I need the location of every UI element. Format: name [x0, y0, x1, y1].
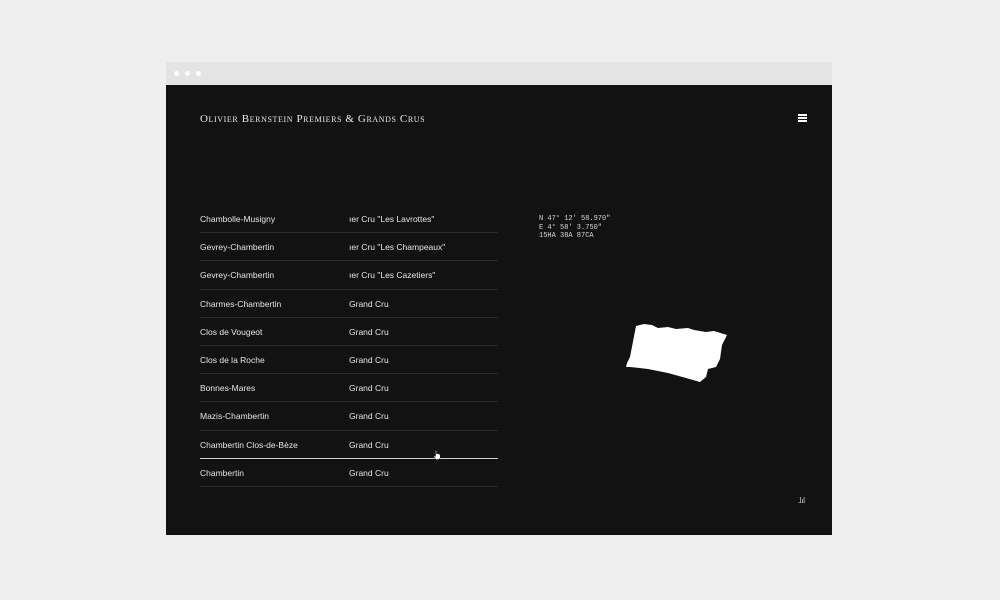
vineyard-list: Chambolle-Musigny ıer Cru "Les Lavrottes… [200, 205, 498, 487]
vineyard-row[interactable]: Clos de la Roche Grand Cru [200, 346, 498, 375]
vineyard-row[interactable]: Clos de Vougeot Grand Cru [200, 318, 498, 346]
browser-chrome [166, 62, 832, 85]
vineyard-row[interactable]: Chambolle-Musigny ıer Cru "Les Lavrottes… [200, 205, 498, 234]
vineyard-name: Clos de Vougeot [200, 326, 263, 337]
vineyard-classification: ıer Cru "Les Cazetiers" [349, 270, 436, 281]
window-dot-icon [185, 71, 190, 76]
vineyard-classification: Grand Cru [349, 411, 389, 422]
page: Olivier Bernstein Premiers & Grands Crus… [166, 85, 832, 535]
vineyard-classification: Grand Cru [349, 467, 389, 478]
hamburger-menu-icon[interactable] [798, 114, 807, 122]
vineyard-row[interactable]: Charmes-Chambertin Grand Cru [200, 290, 498, 318]
brand-logo[interactable]: .lıl [798, 496, 805, 505]
vineyard-name: Chambertin [200, 467, 244, 478]
vineyard-classification: Grand Cru [349, 326, 389, 337]
longitude: E 4° 58' 3.750" [539, 223, 603, 232]
vineyard-classification: Grand Cru [349, 298, 389, 309]
window-dot-icon [196, 71, 201, 76]
vineyard-name: Mazis-Chambertin [200, 411, 269, 422]
vineyard-plot-map [626, 324, 727, 382]
vineyard-row[interactable]: Gevrey-Chambertin ıer Cru "Les Champeaux… [200, 233, 498, 262]
vineyard-name: Clos de la Roche [200, 354, 265, 365]
vineyard-row[interactable]: Mazis-Chambertin Grand Cru [200, 402, 498, 431]
vineyard-row[interactable]: Gevrey-Chambertin ıer Cru "Les Cazetiers… [200, 261, 498, 290]
vineyard-name: Charmes-Chambertin [200, 298, 282, 309]
vineyard-classification: ıer Cru "Les Lavrottes" [349, 214, 435, 224]
vineyard-name: Gevrey-Chambertin [200, 242, 275, 253]
vineyard-row[interactable]: Bonnes-Mares Grand Cru [200, 374, 498, 403]
vineyard-row-active[interactable]: Chambertin Clos-de-Bèze Grand Cru [200, 431, 498, 459]
vineyard-name: Gevrey-Chambertin [200, 270, 275, 281]
browser-window: Olivier Bernstein Premiers & Grands Crus… [166, 62, 832, 535]
vineyard-name: Chambolle-Musigny [200, 214, 276, 224]
window-dot-icon [174, 71, 179, 76]
hand-pointer-icon [433, 450, 441, 460]
vineyard-details: N 47° 12' 58.970" E 4° 58' 3.750" 15HA 38A… [539, 215, 610, 241]
site-title[interactable]: Olivier Bernstein Premiers & Grands Crus [200, 113, 425, 125]
vineyard-classification: Grand Cru [349, 383, 389, 394]
vineyard-name: Bonnes-Mares [200, 383, 256, 394]
latitude: N 47° 12' 58.970" [539, 215, 611, 223]
vineyard-classification: Grand Cru [349, 439, 389, 450]
vineyard-classification: Grand Cru [349, 354, 389, 365]
area: 15HA 38A 87CA [539, 232, 594, 240]
vineyard-row[interactable]: Chambertin Grand Cru [200, 459, 498, 487]
vineyard-name: Chambertin Clos-de-Bèze [200, 439, 298, 450]
vineyard-classification: ıer Cru "Les Champeaux" [349, 242, 446, 253]
